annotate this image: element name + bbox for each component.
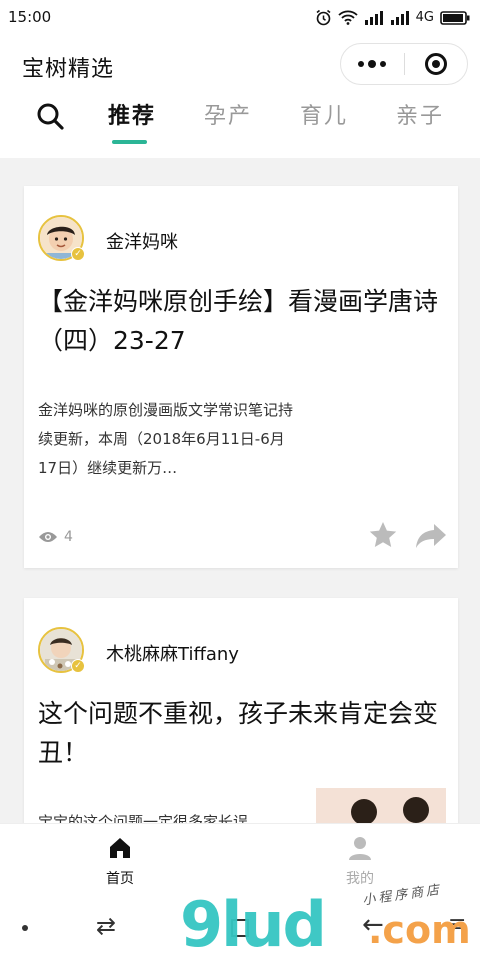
view-count: 4 — [38, 529, 73, 545]
status-bar: 15:00 4G — [0, 0, 480, 34]
category-tabs: 推荐 孕产 育儿 亲子 — [0, 96, 480, 158]
tab-parenting[interactable]: 育儿 — [300, 98, 348, 130]
tab-home[interactable]: 首页 — [80, 836, 160, 888]
tab-family[interactable]: 亲子 — [396, 98, 444, 130]
post-description: 金洋妈咪的原创漫画版文学常识笔记持续更新，本周（2018年6月11日-6月17日… — [38, 401, 294, 477]
target-icon — [424, 53, 447, 75]
post-description: 宝宝的这个问题一定很多家长误 — [38, 813, 249, 823]
verified-badge-icon: ✓ — [71, 247, 85, 261]
search-icon[interactable] — [34, 100, 68, 134]
share-icon[interactable] — [414, 522, 448, 550]
capsule-menu — [340, 43, 468, 85]
battery-icon — [440, 10, 470, 25]
verified-badge-icon: ✓ — [71, 659, 85, 673]
nav-bar: 宝树精选 — [0, 34, 480, 96]
network-type: 4G — [415, 10, 434, 25]
post-card[interactable]: ✓ 木桃麻麻Tiffany 这个问题不重视，孩子未来肯定会变丑！ 宝宝的这个问题… — [24, 598, 458, 823]
alarm-icon — [316, 9, 331, 26]
bottom-tab-bar: 首页 我的 — [0, 823, 480, 896]
tab-pregnancy[interactable]: 孕产 — [204, 98, 252, 130]
home-icon — [110, 838, 130, 858]
tab-mine-label: 我的 — [346, 871, 374, 887]
close-miniprogram-button[interactable] — [405, 44, 468, 84]
status-time: 15:00 — [8, 8, 52, 26]
more-dot-icon — [358, 61, 365, 67]
more-dot-icon — [368, 60, 377, 68]
signal-icon-2 — [390, 10, 409, 25]
post-card[interactable]: ✓ 金洋妈咪 【金洋妈咪原创手绘】看漫画学唐诗（四）23-27 金洋妈咪的原创漫… — [24, 186, 458, 568]
post-title[interactable]: 这个问题不重视，孩子未来肯定会变丑！ — [38, 694, 446, 772]
active-tab-indicator — [112, 140, 147, 144]
more-dot-icon — [380, 61, 387, 67]
back-icon[interactable]: ← — [362, 910, 384, 940]
status-icons: 4G — [315, 9, 470, 26]
eye-icon — [39, 532, 57, 542]
user-icon — [349, 837, 371, 860]
switch-icon[interactable]: ⇄ — [96, 912, 116, 940]
more-button[interactable] — [341, 44, 404, 84]
system-nav-bar: ⇄ ← ≡ — [0, 896, 480, 960]
star-icon[interactable] — [368, 520, 398, 550]
signal-icon-1 — [364, 10, 383, 25]
author-name[interactable]: 金洋妈咪 — [106, 228, 178, 254]
tab-home-label: 首页 — [106, 871, 134, 887]
wifi-icon — [338, 10, 358, 25]
feed[interactable]: ✓ 金洋妈咪 【金洋妈咪原创手绘】看漫画学唐诗（四）23-27 金洋妈咪的原创漫… — [0, 158, 480, 823]
menu-icon[interactable]: ≡ — [448, 912, 466, 937]
home-square-icon[interactable] — [231, 919, 249, 937]
tab-recommend[interactable]: 推荐 — [108, 98, 156, 130]
post-thumbnail[interactable] — [316, 788, 446, 823]
tab-mine[interactable]: 我的 — [320, 836, 400, 888]
author-name[interactable]: 木桃麻麻Tiffany — [106, 640, 239, 666]
dot-icon[interactable] — [22, 925, 28, 931]
view-count-number: 4 — [64, 529, 73, 545]
page-title: 宝树精选 — [22, 57, 115, 82]
post-title[interactable]: 【金洋妈咪原创手绘】看漫画学唐诗（四）23-27 — [38, 282, 446, 360]
